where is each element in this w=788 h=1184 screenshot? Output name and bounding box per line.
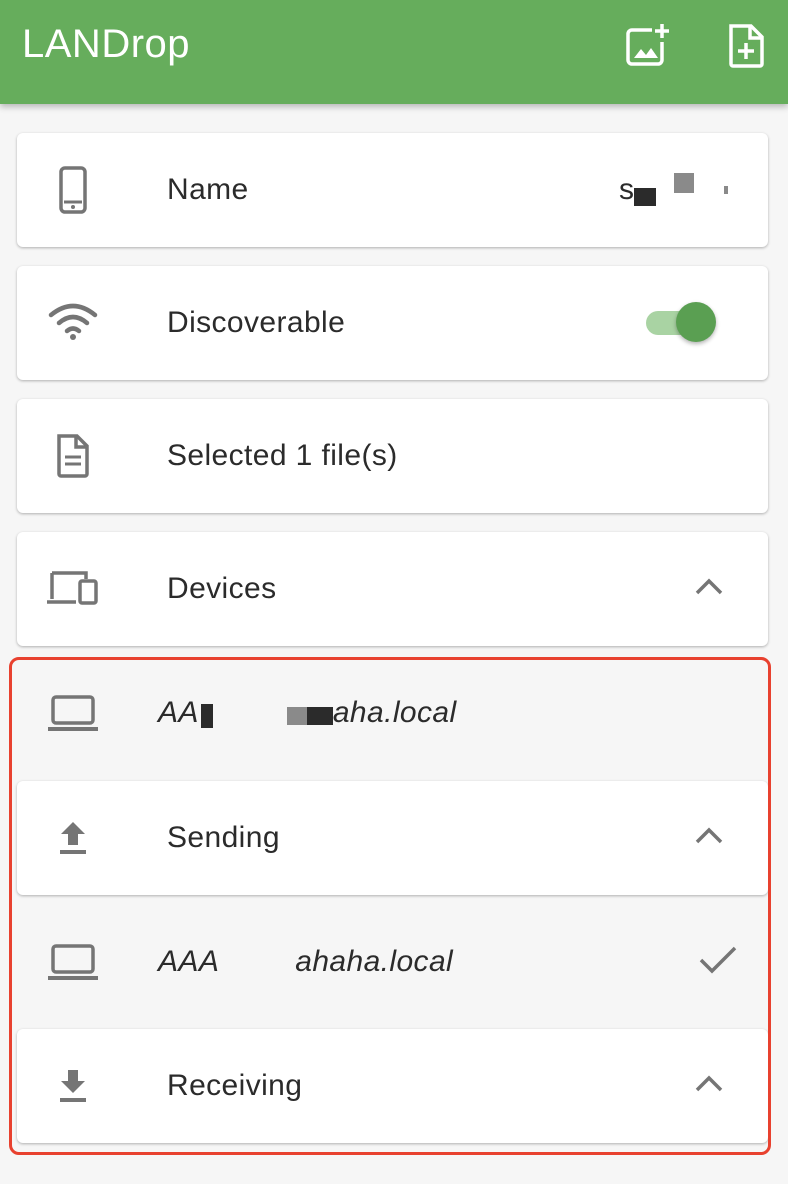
- laptop-icon: [41, 656, 105, 770]
- laptop-icon: [41, 905, 105, 1019]
- devices-header[interactable]: Devices: [17, 532, 768, 646]
- sending-device-name: AAA ahaha.local: [158, 945, 454, 978]
- wifi-icon: [41, 266, 105, 380]
- discoverable-toggle[interactable]: [640, 298, 716, 348]
- chevron-up-icon[interactable]: [694, 1074, 724, 1099]
- app-bar: LANDrop: [0, 0, 788, 104]
- sending-label: Sending: [167, 821, 280, 854]
- add-file-button[interactable]: [722, 22, 770, 75]
- device-list-item[interactable]: AA aha.local: [17, 656, 768, 770]
- devices-icon: [41, 532, 105, 646]
- upload-icon: [41, 781, 105, 895]
- sending-header[interactable]: Sending: [17, 781, 768, 895]
- phone-icon: [41, 133, 105, 247]
- devices-label: Devices: [167, 572, 277, 605]
- check-icon: [698, 944, 738, 981]
- receiving-label: Receiving: [167, 1069, 303, 1102]
- add-photo-icon: [622, 22, 670, 75]
- toggle-thumb: [676, 302, 716, 342]
- name-value: s: [619, 133, 728, 247]
- name-label: Name: [167, 173, 249, 206]
- chevron-up-icon[interactable]: [694, 826, 724, 851]
- add-file-icon: [722, 22, 770, 75]
- name-card[interactable]: Name s: [17, 133, 768, 247]
- selected-files-card[interactable]: Selected 1 file(s): [17, 399, 768, 513]
- add-image-button[interactable]: [622, 22, 670, 75]
- selected-files-label: Selected 1 file(s): [167, 439, 398, 472]
- receiving-header[interactable]: Receiving: [17, 1029, 768, 1143]
- device-name: AA aha.local: [158, 696, 457, 729]
- app-title: LANDrop: [22, 22, 191, 66]
- discoverable-label: Discoverable: [167, 306, 346, 339]
- download-icon: [41, 1029, 105, 1143]
- sending-list-item[interactable]: AAA ahaha.local: [17, 905, 768, 1019]
- discoverable-card[interactable]: Discoverable: [17, 266, 768, 380]
- chevron-up-icon[interactable]: [694, 577, 724, 602]
- file-icon: [41, 399, 105, 513]
